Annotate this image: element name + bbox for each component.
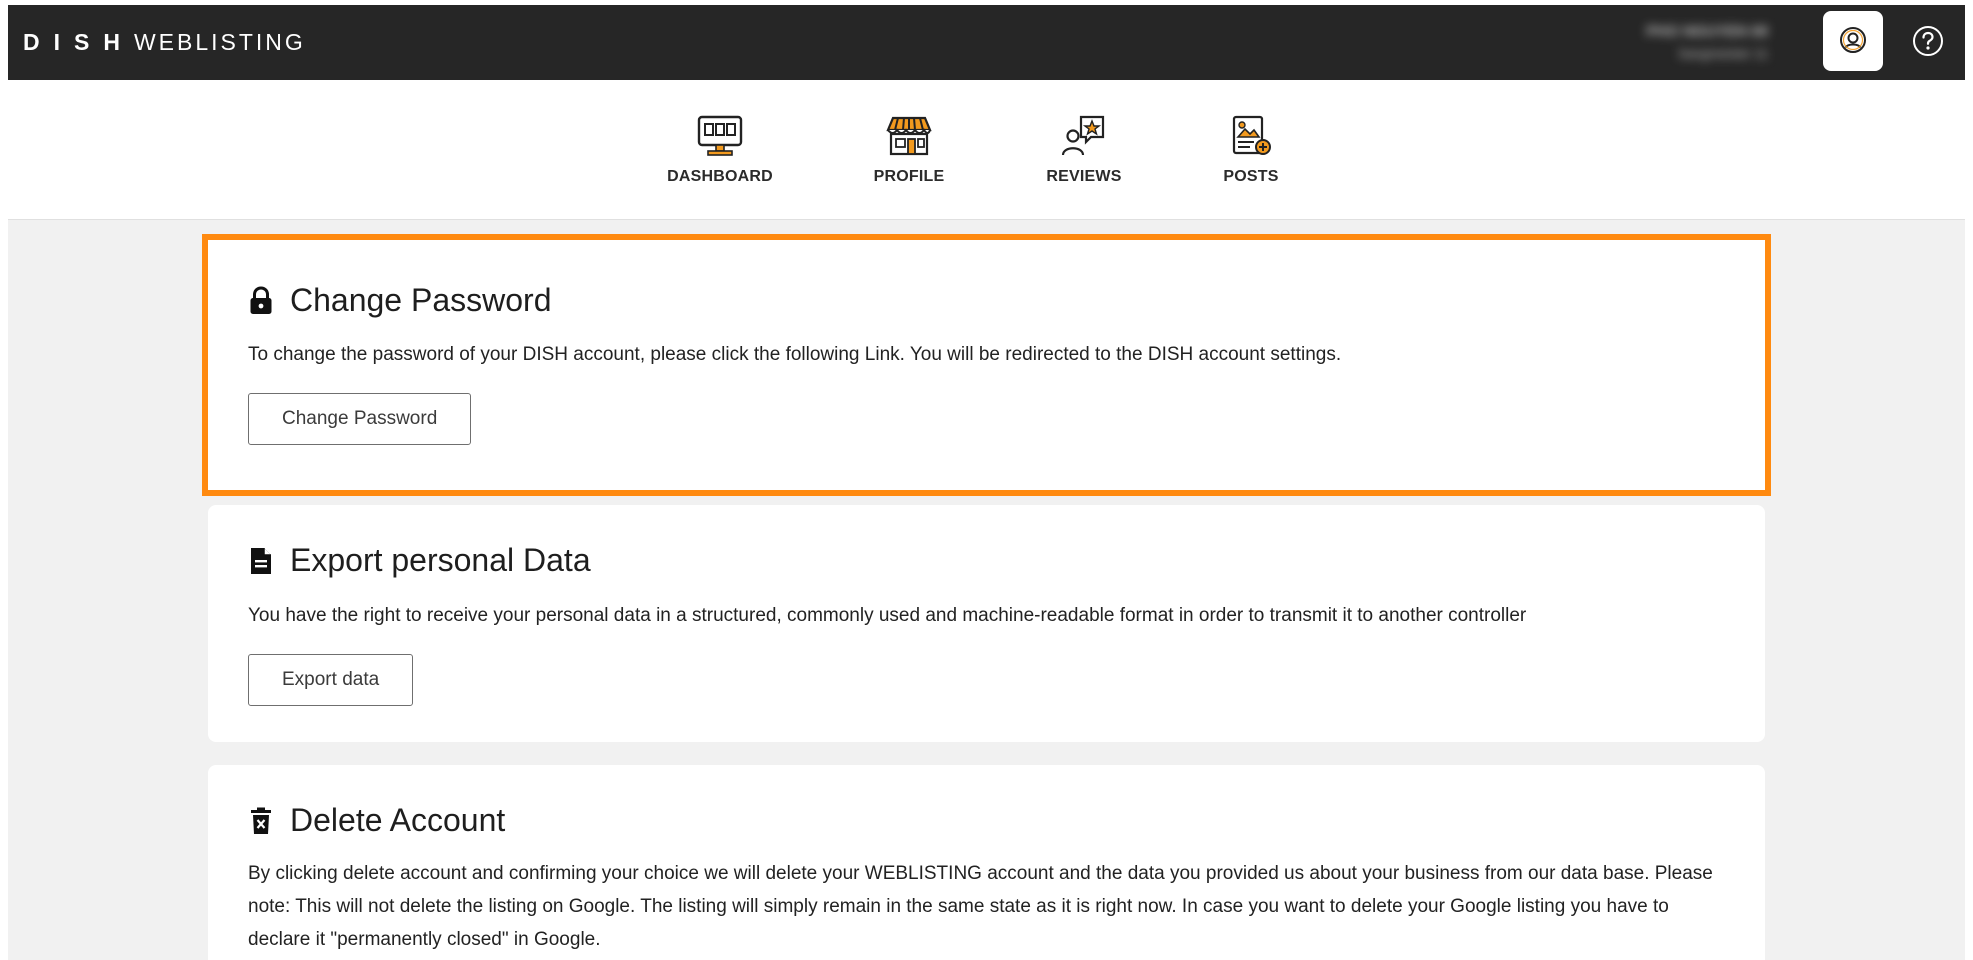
top-bar: DISH WEBLISTING PHO NGUYEN 68 Sangmeiste… xyxy=(8,5,1965,80)
help-button[interactable] xyxy=(1911,25,1945,59)
nav-item-dashboard[interactable]: DASHBOARD xyxy=(650,114,790,186)
trash-icon xyxy=(248,806,274,836)
account-subtitle: Sangmeister 11 xyxy=(1677,46,1768,61)
nav-label: DASHBOARD xyxy=(667,168,773,185)
change-password-card: Change Password To change the password o… xyxy=(202,234,1771,496)
nav-item-reviews[interactable]: REVIEWS xyxy=(1014,114,1154,186)
document-icon xyxy=(248,546,274,576)
brand-dish: DISH xyxy=(23,29,134,55)
export-data-card: Export personal Data You have the right … xyxy=(208,505,1765,742)
nav-label: REVIEWS xyxy=(1046,168,1122,185)
main-nav: DASHBOARD PROFILE REVIEWS POSTS xyxy=(8,80,1965,220)
nav-label: POSTS xyxy=(1223,168,1279,185)
post-image-icon xyxy=(1227,114,1275,158)
user-circle-icon xyxy=(1839,26,1867,57)
question-circle-icon xyxy=(1912,25,1944,60)
delete-account-description: By clicking delete account and confirmin… xyxy=(248,863,1713,950)
delete-account-title: Delete Account xyxy=(248,802,505,839)
brand-logo[interactable]: DISH WEBLISTING xyxy=(23,27,306,57)
monitor-icon xyxy=(696,114,744,158)
nav-item-profile[interactable]: PROFILE xyxy=(839,114,979,186)
change-password-button[interactable]: Change Password xyxy=(248,393,472,445)
account-info[interactable]: PHO NGUYEN 68 Sangmeister 11 xyxy=(1568,13,1768,71)
user-menu-button[interactable] xyxy=(1823,11,1883,71)
lock-icon xyxy=(248,285,274,316)
export-data-description: You have the right to receive your perso… xyxy=(248,605,1527,626)
change-password-description: To change the password of your DISH acco… xyxy=(248,344,1342,365)
review-star-icon xyxy=(1060,114,1108,158)
nav-label: PROFILE xyxy=(873,168,945,185)
export-data-heading: Export personal Data xyxy=(290,542,591,578)
export-data-button[interactable]: Export data xyxy=(248,654,414,706)
storefront-icon xyxy=(885,114,933,158)
nav-item-posts[interactable]: POSTS xyxy=(1181,114,1321,186)
change-password-title: Change Password xyxy=(248,282,551,319)
change-password-heading: Change Password xyxy=(290,282,552,318)
account-name: PHO NGUYEN 68 xyxy=(1646,23,1768,40)
delete-account-heading: Delete Account xyxy=(290,802,506,838)
delete-account-card: Delete Account By clicking delete accoun… xyxy=(208,765,1765,960)
app-frame: DISH WEBLISTING PHO NGUYEN 68 Sangmeiste… xyxy=(8,5,1965,960)
brand-weblisting: WEBLISTING xyxy=(133,29,306,55)
export-data-title: Export personal Data xyxy=(248,542,591,579)
